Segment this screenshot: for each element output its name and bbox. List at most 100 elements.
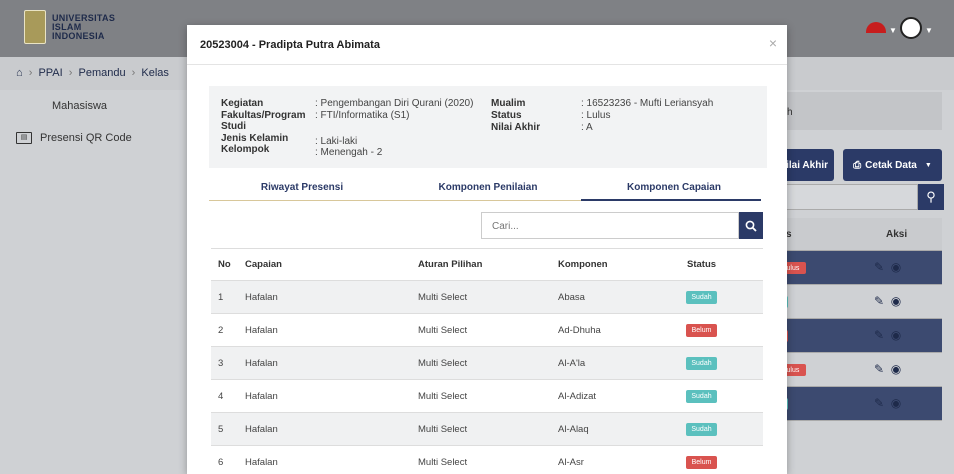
table-row: 1 Hafalan Multi Select Abasa Sudah	[211, 281, 763, 314]
table-row: ✎ ◉	[770, 387, 942, 421]
language-flag-icon[interactable]	[866, 22, 886, 33]
table-row: Lulus ✎ ◉	[770, 353, 942, 387]
cell-capaian: Hafalan	[245, 390, 278, 402]
info-label: Jenis Kelamin	[221, 133, 289, 144]
logo-text: UNIVERSITAS ISLAM INDONESIA	[52, 12, 116, 41]
sidebar: Mahasiswa ▤ Presensi QR Code	[16, 90, 164, 154]
breadcrumb-item[interactable]: PPAI	[38, 67, 62, 79]
table-row: 3 Hafalan Multi Select Al-A'la Sudah	[211, 347, 763, 380]
sidebar-item-mahasiswa[interactable]: Mahasiswa	[16, 90, 164, 122]
table-row: 4 Hafalan Multi Select Al-Adizat Sudah	[211, 380, 763, 413]
info-label: Kelompok	[221, 144, 270, 155]
eye-icon[interactable]: ◉	[891, 260, 901, 274]
close-icon[interactable]: ×	[769, 35, 777, 51]
status-badge: Belum	[686, 455, 717, 469]
info-label: Kegiatan	[221, 98, 264, 109]
cell-komponen: Al-Asr	[558, 456, 584, 468]
pencil-icon[interactable]: ✎	[874, 396, 884, 410]
id-card-icon: ▤	[16, 132, 32, 144]
table-row: 5 Hafalan Multi Select Al-Alaq Sudah	[211, 413, 763, 446]
cell-no: 6	[218, 456, 224, 468]
sidebar-item-label: Mahasiswa	[52, 100, 108, 112]
home-icon[interactable]: ⌂	[16, 67, 23, 79]
cell-capaian: Hafalan	[245, 423, 278, 435]
eye-icon[interactable]: ◉	[891, 294, 901, 308]
chevron-down-icon: ▼	[889, 26, 897, 35]
logo-emblem-icon	[24, 10, 46, 44]
tab-active-indicator	[581, 199, 761, 201]
background-table-header: s Aksi	[770, 218, 942, 251]
tab-divider	[209, 200, 581, 201]
search-input[interactable]	[482, 213, 734, 240]
table-row: Lulus ✎ ◉	[770, 251, 942, 285]
chevron-down-icon: ▼	[925, 26, 933, 35]
info-label: Nilai Akhir	[491, 122, 541, 133]
table-row: ✎ ◉	[770, 319, 942, 353]
cetak-data-button[interactable]: ⎙ Cetak Data ▼	[843, 149, 942, 181]
info-label: Studi	[221, 121, 246, 132]
cell-aturan: Multi Select	[418, 291, 468, 303]
cell-capaian: Hafalan	[245, 357, 278, 369]
printer-icon: ⎙	[853, 159, 862, 171]
pencil-icon[interactable]: ✎	[874, 328, 884, 342]
search-icon	[745, 220, 757, 232]
info-value: : Menengah - 2	[315, 147, 383, 158]
info-label: Fakultas/Program	[221, 110, 306, 121]
column-header-aksi: Aksi	[886, 229, 908, 240]
tab-riwayat-presensi[interactable]: Riwayat Presensi	[209, 173, 395, 201]
cell-komponen: Ad-Dhuha	[558, 324, 601, 336]
tab-komponen-capaian[interactable]: Komponen Capaian	[581, 173, 767, 201]
cell-komponen: Al-Alaq	[558, 423, 589, 435]
cell-aturan: Multi Select	[418, 357, 468, 369]
pencil-icon[interactable]: ✎	[874, 294, 884, 308]
info-value: : 16523236 - Mufti Leriansyah	[581, 98, 714, 109]
column-header: Capaian	[245, 259, 282, 270]
column-header: Komponen	[558, 259, 608, 270]
cell-aturan: Multi Select	[418, 456, 468, 468]
cell-komponen: Al-A'la	[558, 357, 586, 369]
content-header-box	[770, 92, 942, 130]
tab-komponen-penilaian[interactable]: Komponen Penilaian	[395, 173, 581, 201]
column-header: Aturan Pilihan	[418, 259, 483, 270]
cell-capaian: Hafalan	[245, 456, 278, 468]
table-row: 2 Hafalan Multi Select Ad-Dhuha Belum	[211, 314, 763, 347]
table-header: No Capaian Aturan Pilihan Komponen Statu…	[211, 249, 763, 281]
search-button[interactable]	[739, 212, 763, 239]
university-logo[interactable]: UNIVERSITAS ISLAM INDONESIA	[24, 10, 115, 44]
eye-icon[interactable]: ◉	[891, 396, 901, 410]
pencil-icon[interactable]: ✎	[874, 260, 884, 274]
breadcrumb-item[interactable]: Kelas	[141, 67, 169, 79]
user-avatar[interactable]	[900, 17, 922, 39]
info-label: Status	[491, 110, 522, 121]
breadcrumb-item[interactable]: Pemandu	[79, 67, 126, 79]
pencil-icon[interactable]: ✎	[874, 362, 884, 376]
breadcrumb: ⌂ › PPAI › Pemandu › Kelas	[16, 67, 169, 79]
status-badge: Belum	[686, 323, 717, 337]
modal-tabs: Riwayat Presensi Komponen Penilaian Komp…	[209, 173, 767, 203]
eye-icon[interactable]: ◉	[891, 328, 901, 342]
info-value: : A	[581, 122, 593, 133]
status-badge: Sudah	[686, 389, 717, 403]
content-header-text: h	[787, 107, 793, 118]
student-info-panel: Kegiatan : Pengembangan Diri Qurani (202…	[209, 86, 767, 168]
column-header: No	[218, 259, 231, 270]
info-value: : FTI/Informatika (S1)	[315, 110, 410, 121]
sidebar-item-presensi-qr[interactable]: ▤ Presensi QR Code	[16, 122, 164, 154]
modal-title: 20523004 - Pradipta Putra Abimata	[200, 39, 380, 51]
eye-icon[interactable]: ◉	[891, 362, 901, 376]
cell-aturan: Multi Select	[418, 423, 468, 435]
status-badge: Sudah	[686, 290, 717, 304]
cell-aturan: Multi Select	[418, 390, 468, 402]
info-value: : Lulus	[581, 110, 611, 121]
cell-capaian: Hafalan	[245, 291, 278, 303]
status-badge: Sudah	[686, 356, 717, 370]
cell-no: 4	[218, 390, 224, 402]
cell-no: 1	[218, 291, 224, 303]
info-value: : Pengembangan Diri Qurani (2020)	[315, 98, 474, 109]
cell-aturan: Multi Select	[418, 324, 468, 336]
cell-no: 3	[218, 357, 224, 369]
search-icon[interactable]: ⚲	[918, 184, 944, 210]
background-search-input[interactable]	[770, 184, 918, 210]
sidebar-item-label: Presensi QR Code	[40, 132, 132, 144]
student-detail-modal: 20523004 - Pradipta Putra Abimata × Kegi…	[187, 25, 787, 474]
